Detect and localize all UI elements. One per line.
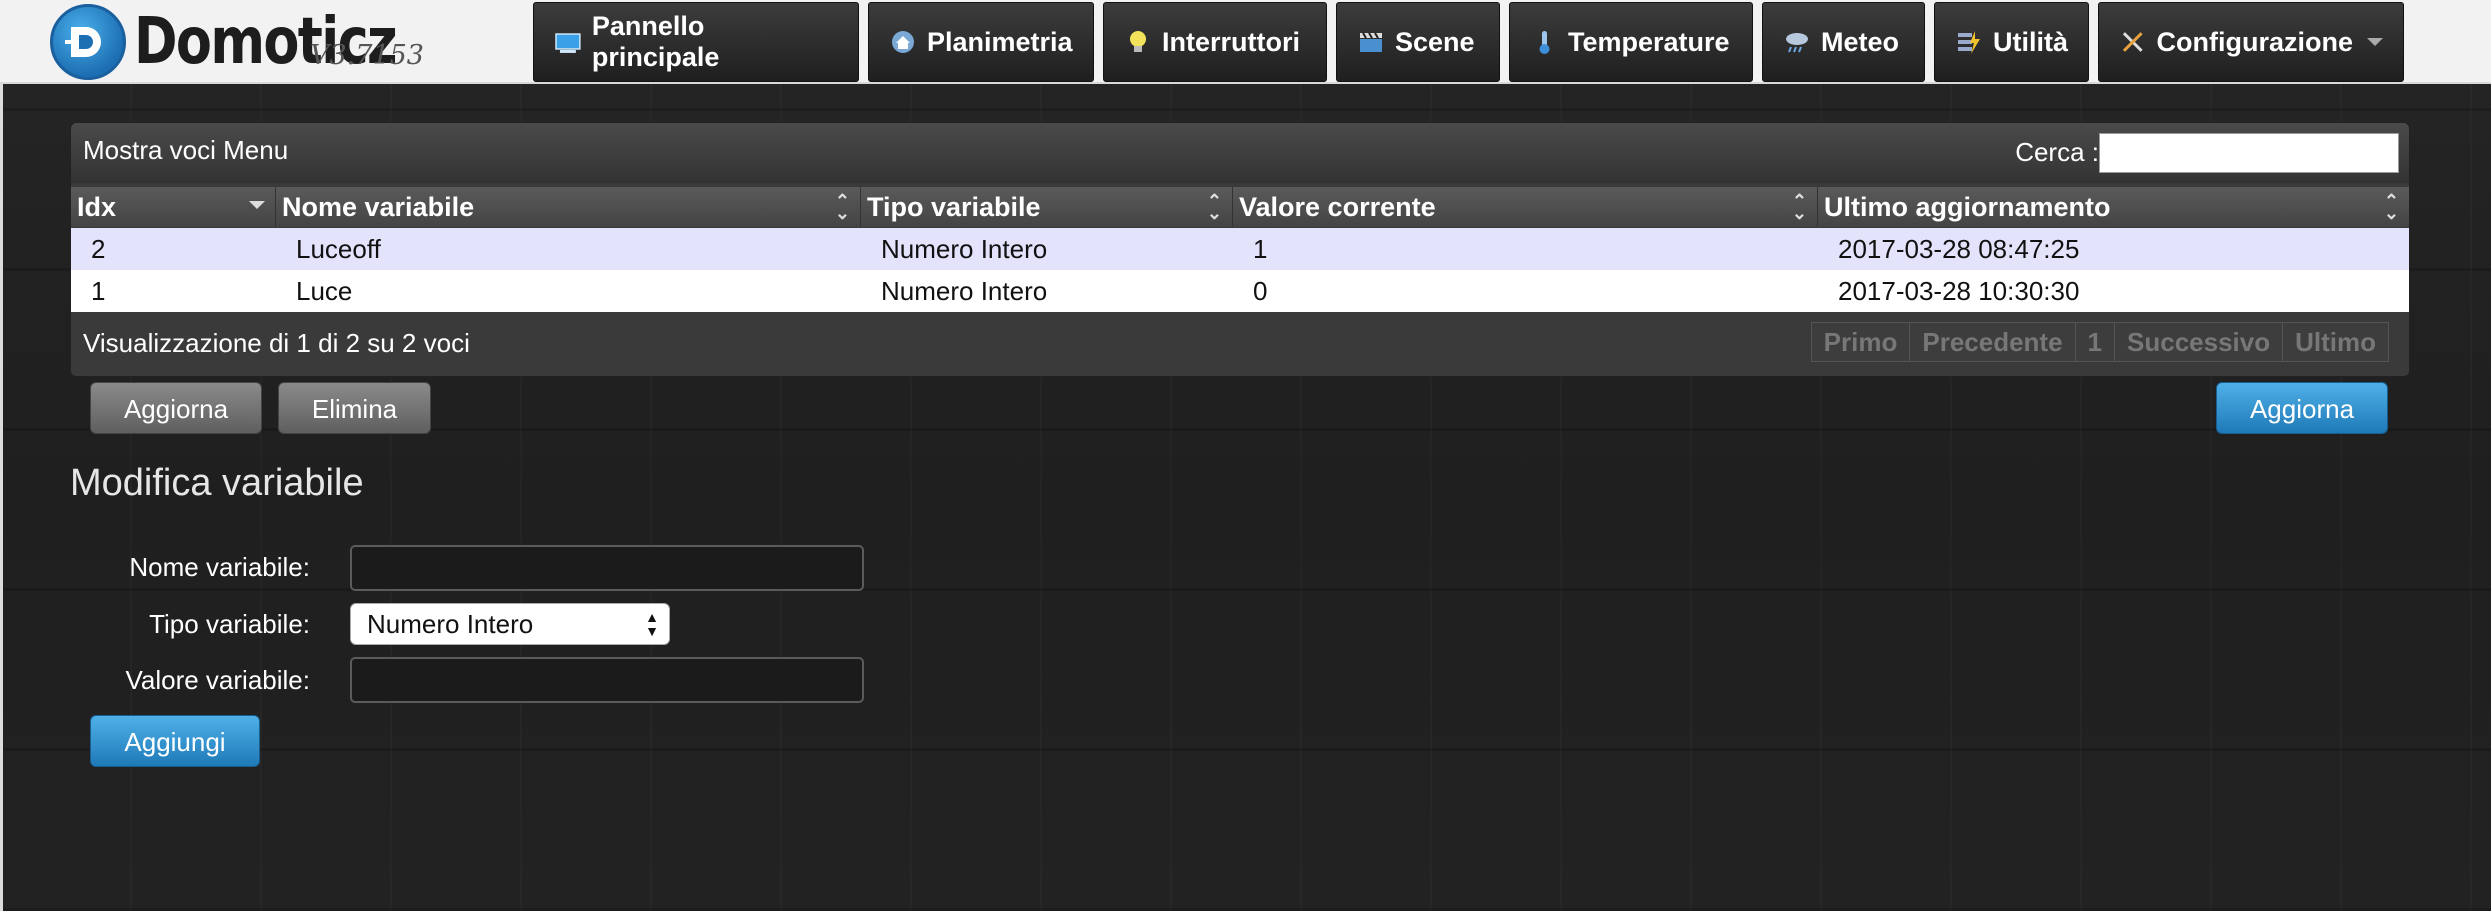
table-header: Idx Nome variabile ⌃ ⌄ Tipo variabile ⌃ ⌄ … bbox=[71, 187, 2409, 227]
form-title: Modifica variabile bbox=[70, 462, 364, 504]
value-label: Valore variabile: bbox=[125, 665, 310, 695]
search-label: Cerca : bbox=[2015, 137, 2099, 167]
nav-label: Scene bbox=[1395, 26, 1475, 57]
pager-page[interactable]: 1 bbox=[2075, 323, 2116, 361]
main-nav: Pannello principale Planimetria Interrut… bbox=[533, 2, 2404, 82]
table-toolbar: Mostra voci Menu Cerca : bbox=[71, 123, 2409, 183]
table-info: Visualizzazione di 1 di 2 su 2 voci bbox=[83, 328, 470, 358]
nav-label: Utilità bbox=[1992, 26, 2068, 57]
window-edge bbox=[0, 0, 3, 911]
weather-icon bbox=[1786, 33, 1808, 53]
column-label: Ultimo aggiornamento bbox=[1824, 192, 2111, 222]
name-label: Nome variabile: bbox=[129, 552, 310, 582]
nav-utility[interactable]: Utilità bbox=[1934, 2, 2089, 82]
pagination: Primo Precedente 1 Successivo Ultimo bbox=[1810, 322, 2389, 362]
cell-idx: 1 bbox=[91, 276, 106, 306]
nav-label: Planimetria bbox=[927, 26, 1073, 57]
cell-name: Luceoff bbox=[296, 234, 381, 264]
cell-updated: 2017-03-28 10:30:30 bbox=[1838, 276, 2080, 306]
table-row[interactable]: 1 Luce Numero Intero 0 2017-03-28 10:30:… bbox=[71, 270, 2409, 312]
sort-icon: ⌃ ⌄ bbox=[834, 191, 850, 223]
nav-weather[interactable]: Meteo bbox=[1762, 2, 1925, 82]
nav-dashboard[interactable]: Pannello principale bbox=[533, 2, 859, 82]
column-header-value[interactable]: Valore corrente ⌃ ⌄ bbox=[1233, 187, 1818, 227]
top-bar: Domoticz V3.7153 Pannello principale Pla… bbox=[0, 0, 2491, 84]
nav-temperature[interactable]: Temperature bbox=[1509, 2, 1753, 82]
domoticz-logo-icon bbox=[50, 4, 126, 80]
dashboard-icon bbox=[555, 33, 581, 53]
column-label: Tipo variabile bbox=[867, 192, 1041, 222]
column-header-idx[interactable]: Idx bbox=[71, 187, 276, 227]
pager-next[interactable]: Successivo bbox=[2115, 323, 2284, 361]
cell-value: 0 bbox=[1253, 276, 1268, 306]
pager-first[interactable]: Primo bbox=[1811, 323, 1911, 361]
cell-name: Luce bbox=[296, 276, 353, 306]
select-arrows-icon: ▲ ▼ bbox=[645, 609, 659, 639]
column-header-updated[interactable]: Ultimo aggiornamento ⌃ ⌄ bbox=[1818, 187, 2409, 227]
column-label: Valore corrente bbox=[1239, 192, 1436, 222]
nav-label: Meteo bbox=[1821, 26, 1900, 57]
floorplan-icon bbox=[892, 31, 914, 53]
column-header-name[interactable]: Nome variabile ⌃ ⌄ bbox=[276, 187, 861, 227]
column-label: Idx bbox=[77, 192, 117, 222]
add-button[interactable]: Aggiungi bbox=[90, 715, 260, 767]
utility-icon bbox=[1957, 31, 1980, 54]
column-label: Nome variabile bbox=[282, 192, 475, 222]
variable-name-field[interactable] bbox=[350, 545, 864, 591]
variables-table-panel: Mostra voci Menu Cerca : Idx Nome variab… bbox=[70, 122, 2410, 377]
variable-type-select[interactable]: Numero Intero ▲ ▼ bbox=[350, 603, 670, 645]
sort-icon: ⌃ ⌄ bbox=[1206, 191, 1222, 223]
nav-label: Pannello principale bbox=[591, 11, 720, 72]
cell-value: 1 bbox=[1253, 234, 1268, 264]
delete-button[interactable]: Elimina bbox=[278, 382, 431, 434]
table-row[interactable]: 2 Luceoff Numero Intero 1 2017-03-28 08:… bbox=[71, 228, 2409, 270]
select-value: Numero Intero bbox=[367, 609, 534, 639]
cell-updated: 2017-03-28 08:47:25 bbox=[1838, 234, 2080, 264]
variable-value-field[interactable] bbox=[350, 657, 864, 703]
cell-type: Numero Intero bbox=[881, 276, 1048, 306]
sort-icon: ⌃ ⌄ bbox=[2383, 191, 2399, 223]
cell-type: Numero Intero bbox=[881, 234, 1048, 264]
nav-setup[interactable]: Configurazione bbox=[2098, 2, 2404, 82]
app-version: V3.7153 bbox=[310, 40, 424, 71]
search-input[interactable] bbox=[2099, 133, 2399, 173]
sort-icon: ⌃ ⌄ bbox=[1791, 191, 1807, 223]
clapperboard-icon bbox=[1360, 32, 1382, 52]
type-label: Tipo variabile: bbox=[149, 609, 310, 639]
pager-last[interactable]: Ultimo bbox=[2283, 323, 2388, 361]
nav-floorplan[interactable]: Planimetria bbox=[868, 2, 1094, 82]
column-header-type[interactable]: Tipo variabile ⌃ ⌄ bbox=[861, 187, 1233, 227]
pager-previous[interactable]: Precedente bbox=[1910, 323, 2076, 361]
tools-icon bbox=[2122, 32, 2143, 52]
lightbulb-icon bbox=[1130, 31, 1146, 52]
update-button[interactable]: Aggiorna bbox=[90, 382, 262, 434]
chevron-down-icon bbox=[2367, 38, 2383, 46]
nav-switches[interactable]: Interruttori bbox=[1103, 2, 1327, 82]
cell-idx: 2 bbox=[91, 234, 106, 264]
update-right-button[interactable]: Aggiorna bbox=[2216, 382, 2388, 434]
sort-desc-icon bbox=[249, 201, 265, 209]
nav-label: Temperature bbox=[1568, 26, 1730, 57]
nav-scenes[interactable]: Scene bbox=[1336, 2, 1500, 82]
thermometer-icon bbox=[1539, 31, 1550, 54]
nav-label: Interruttori bbox=[1162, 26, 1300, 57]
show-entries-label: Mostra voci Menu bbox=[83, 135, 289, 165]
nav-label: Configurazione bbox=[2156, 26, 2354, 57]
